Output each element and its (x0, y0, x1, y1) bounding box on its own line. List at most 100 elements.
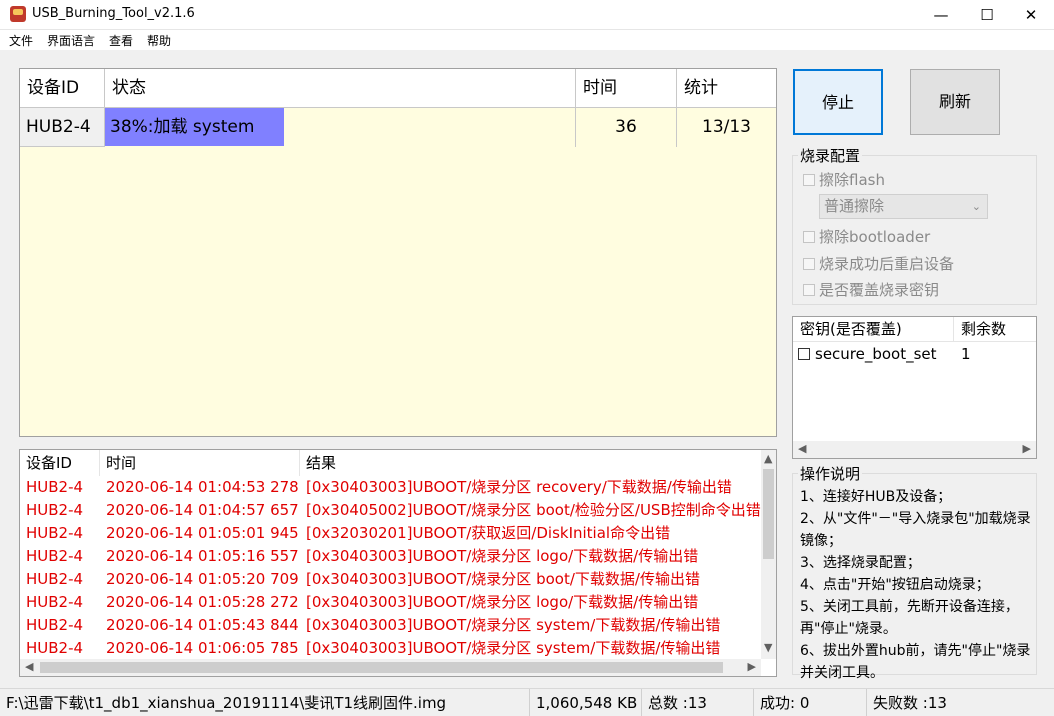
log-result-cell: [0x30403003]UBOOT/烧录分区 system/下载数据/传输出错 (306, 616, 721, 634)
status-total: 总数 :13 (642, 689, 754, 716)
instruction-step: 4、点击"开始"按钮启动烧录； (800, 577, 990, 593)
col-key-remaining[interactable]: 剩余数 (954, 317, 1036, 342)
log-result-cell: [0x30405002]UBOOT/烧录分区 boot/检验分区/USB控制命令… (306, 501, 761, 519)
menu-file[interactable]: 文件 (9, 32, 33, 49)
log-time-cell: 2020-06-14 01:06:05 785 (106, 639, 299, 657)
scroll-down-icon[interactable]: ▼ (764, 641, 772, 654)
log-device-id-cell: HUB2-4 (26, 547, 84, 565)
log-time-cell: 2020-06-14 01:05:01 945 (106, 524, 299, 542)
log-row[interactable]: HUB2-4 2020-06-14 01:05:43 844 [0x30403003… (20, 614, 761, 637)
log-time-cell: 2020-06-14 01:05:20 709 (106, 570, 299, 588)
erase-bootloader-checkbox[interactable] (803, 231, 815, 243)
log-time-cell: 2020-06-14 01:04:57 657 (106, 501, 299, 519)
log-result-cell: [0x30403003]UBOOT/烧录分区 logo/下载数据/传输出错 (306, 547, 699, 565)
log-list[interactable]: 设备ID 时间 结果 HUB2-4 2020-06-14 01:04:53 278… (19, 449, 777, 677)
device-status-cell: 38%:加载 system (105, 108, 576, 147)
log-vscrollbar[interactable]: ▲ ▼ (761, 450, 776, 659)
status-bar: F:\迅雷下载\t1_db1_xianshua_20191114\斐讯T1线刷固… (0, 688, 1054, 716)
col-count[interactable]: 统计 (677, 69, 776, 108)
log-hscroll-thumb[interactable] (40, 662, 723, 673)
instruction-step: 1、连接好HUB及设备； (800, 489, 952, 505)
log-device-id-cell: HUB2-4 (26, 478, 84, 496)
erase-flash-checkbox[interactable] (803, 174, 815, 186)
instruction-step: 6、拔出外置hub前，请先"停止"烧录并关闭工具。 (800, 643, 1031, 681)
log-row[interactable]: HUB2-4 2020-06-14 01:05:20 709 [0x30403003… (20, 568, 761, 591)
col-time[interactable]: 时间 (576, 69, 677, 108)
key-checkbox[interactable] (798, 348, 810, 360)
col-key-name[interactable]: 密钥(是否覆盖) (793, 317, 954, 342)
log-device-id-cell: HUB2-4 (26, 524, 84, 542)
log-row[interactable]: HUB2-4 2020-06-14 01:06:05 785 [0x30403003… (20, 637, 761, 660)
log-time-cell: 2020-06-14 01:05:16 557 (106, 547, 299, 565)
reboot-after-checkbox[interactable] (803, 258, 815, 270)
log-device-id-cell: HUB2-4 (26, 570, 84, 588)
log-device-id-cell: HUB2-4 (26, 616, 84, 634)
scroll-right-icon[interactable]: ▶ (748, 660, 756, 673)
menu-help[interactable]: 帮助 (147, 32, 171, 49)
erase-mode-select[interactable]: 普通擦除 ⌄ (819, 194, 988, 219)
log-result-cell: [0x30403003]UBOOT/烧录分区 boot/下载数据/传输出错 (306, 570, 700, 588)
log-row[interactable]: HUB2-4 2020-06-14 01:05:28 272 [0x30403003… (20, 591, 761, 614)
overwrite-key-option[interactable]: 是否覆盖烧录密钥 (803, 279, 939, 300)
device-id-cell: HUB2-4 (20, 108, 105, 147)
key-name-cell[interactable]: secure_boot_set (793, 343, 954, 365)
stop-button[interactable]: 停止 (793, 69, 883, 135)
refresh-button[interactable]: 刷新 (910, 69, 1000, 135)
key-list-hscrollbar[interactable]: ◀ ▶ (793, 441, 1036, 458)
menu-language[interactable]: 界面语言 (47, 32, 95, 49)
instructions-title: 操作说明 (798, 463, 863, 484)
log-result-cell: [0x30403003]UBOOT/烧录分区 logo/下载数据/传输出错 (306, 593, 699, 611)
log-col-result[interactable]: 结果 (300, 450, 761, 476)
maximize-button[interactable]: ☐ (964, 0, 1010, 30)
scroll-left-icon[interactable]: ◀ (25, 660, 33, 673)
device-count-cell: 13/13 (702, 117, 751, 137)
device-table-header: 设备ID 状态 时间 统计 (20, 69, 776, 108)
log-time-cell: 2020-06-14 01:05:43 844 (106, 616, 299, 634)
key-list[interactable]: 密钥(是否覆盖) 剩余数 secure_boot_set 1 ◀ ▶ (792, 316, 1037, 459)
erase-flash-option[interactable]: 擦除flash (803, 169, 885, 190)
instructions-text: 1、连接好HUB及设备； 2、从"文件"－"导入烧录包"加载烧录镜像； 3、选择… (800, 486, 1036, 684)
log-hscrollbar[interactable]: ◀ ▶ (20, 659, 761, 676)
log-time-cell: 2020-06-14 01:04:53 278 (106, 478, 299, 496)
device-time-cell: 36 (576, 108, 677, 147)
col-status[interactable]: 状态 (105, 69, 576, 108)
log-device-id-cell: HUB2-4 (26, 639, 84, 657)
app-icon (10, 6, 26, 22)
log-row[interactable]: HUB2-4 2020-06-14 01:04:53 278 [0x30403003… (20, 476, 761, 499)
instruction-step: 5、关闭工具前，先断开设备连接，再"停止"烧录。 (800, 599, 1019, 637)
device-table[interactable]: 设备ID 状态 时间 统计 HUB2-4 38%:加载 system 36 13… (19, 68, 777, 437)
log-row[interactable]: HUB2-4 2020-06-14 01:04:57 657 [0x30405002… (20, 499, 761, 522)
log-result-cell: [0x30403003]UBOOT/烧录分区 recovery/下载数据/传输出… (306, 478, 732, 496)
scroll-up-icon[interactable]: ▲ (764, 452, 772, 465)
chevron-down-icon: ⌄ (971, 200, 981, 213)
progress-label: 38%:加载 system (110, 117, 255, 137)
minimize-button[interactable]: — (918, 0, 964, 30)
log-device-id-cell: HUB2-4 (26, 501, 84, 519)
reboot-after-option[interactable]: 烧录成功后重启设备 (803, 253, 954, 274)
log-col-device-id[interactable]: 设备ID (20, 450, 100, 476)
title-bar: USB_Burning_Tool_v2.1.6 — ☐ ✕ (0, 0, 1054, 30)
close-button[interactable]: ✕ (1008, 0, 1054, 30)
erase-bootloader-option[interactable]: 擦除bootloader (803, 226, 930, 247)
scroll-right-icon[interactable]: ▶ (1023, 442, 1031, 455)
log-col-time[interactable]: 时间 (100, 450, 300, 476)
device-row[interactable]: HUB2-4 38%:加载 system 36 13/13 (20, 108, 776, 147)
log-row[interactable]: HUB2-4 2020-06-14 01:05:01 945 [0x32030201… (20, 522, 761, 545)
instruction-step: 3、选择烧录配置； (800, 555, 921, 571)
scroll-left-icon[interactable]: ◀ (798, 442, 806, 455)
status-file-path: F:\迅雷下载\t1_db1_xianshua_20191114\斐讯T1线刷固… (0, 689, 530, 716)
burn-config-title: 烧录配置 (798, 145, 863, 166)
log-row[interactable]: HUB2-4 2020-06-14 01:05:16 557 [0x30403003… (20, 545, 761, 568)
overwrite-key-checkbox[interactable] (803, 284, 815, 296)
col-device-id[interactable]: 设备ID (20, 69, 105, 108)
log-device-id-cell: HUB2-4 (26, 593, 84, 611)
status-failed: 失败数 :13 (873, 694, 947, 712)
menu-view[interactable]: 查看 (109, 32, 133, 49)
instruction-step: 2、从"文件"－"导入烧录包"加载烧录镜像； (800, 511, 1031, 549)
log-result-cell: [0x30403003]UBOOT/烧录分区 system/下载数据/传输出错 (306, 639, 721, 657)
menu-bar: 文件 界面语言 查看 帮助 (0, 30, 1054, 50)
log-time-cell: 2020-06-14 01:05:28 272 (106, 593, 299, 611)
log-result-cell: [0x32030201]UBOOT/获取返回/DiskInitial命令出错 (306, 524, 671, 542)
status-file-size: 1,060,548 KB (530, 689, 642, 716)
log-vscroll-thumb[interactable] (763, 469, 774, 559)
